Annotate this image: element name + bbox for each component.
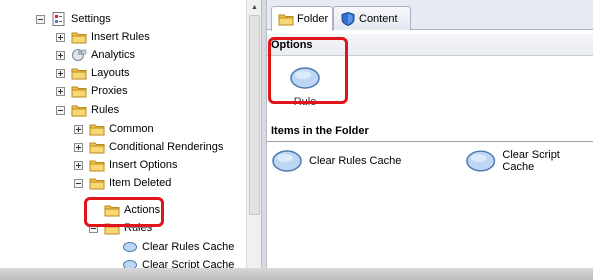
folder-icon	[71, 66, 87, 80]
toggle-spacer	[107, 261, 116, 269]
folder-icon	[89, 122, 105, 136]
tree-item-layouts[interactable]: Layouts	[56, 64, 130, 82]
rule-icon	[466, 150, 496, 172]
tab-strip: Folder Content	[267, 0, 593, 31]
content-tree: Settings Insert Rules Analytics Layouts …	[0, 0, 246, 268]
expand-toggle[interactable]	[56, 32, 65, 42]
tree-item-analytics[interactable]: Analytics	[56, 46, 135, 64]
folder-item-clear-script-cache[interactable]: Clear Script Cache	[465, 148, 593, 174]
folder-icon	[71, 103, 87, 117]
collapse-toggle[interactable]	[36, 14, 45, 24]
collapse-toggle[interactable]	[74, 178, 83, 188]
callout-actions-folder	[84, 197, 164, 227]
collapse-toggle[interactable]	[56, 105, 65, 115]
tree-item-label: Item Deleted	[109, 177, 172, 189]
tree-item-conditional-renderings[interactable]: Conditional Renderings	[74, 138, 223, 156]
tree-item-settings[interactable]: Settings	[36, 10, 111, 28]
tree-item-item-deleted[interactable]: Item Deleted	[74, 174, 171, 192]
rule-icon	[122, 258, 138, 268]
tree-item-label: Layouts	[91, 67, 130, 79]
tree-item-common[interactable]: Common	[74, 120, 154, 138]
tree-item-label: Insert Rules	[91, 31, 150, 43]
tree-item-label: Analytics	[91, 49, 136, 61]
tree-item-label: Common	[109, 123, 154, 135]
tree-item-clear-script-cache[interactable]: Clear Script Cache	[107, 256, 234, 268]
folder-item-label: Clear Rules Cache	[309, 155, 402, 167]
tree-item-label: Clear Script Cache	[142, 259, 235, 268]
tree-item-label: Proxies	[91, 85, 128, 97]
folder-icon	[71, 84, 87, 98]
scroll-up-arrow-icon[interactable]: ▲	[247, 0, 262, 14]
expand-toggle[interactable]	[74, 160, 83, 170]
folder-icon	[89, 176, 105, 190]
analytics-icon	[71, 48, 87, 62]
callout-options-rule	[268, 37, 348, 104]
tree-item-label: Insert Options	[109, 159, 178, 171]
tab-label: Content	[359, 12, 398, 25]
tab-label: Folder	[297, 13, 329, 25]
tab-folder[interactable]: Folder	[271, 6, 333, 31]
tree-item-label: Settings	[71, 13, 111, 25]
rule-icon	[122, 240, 138, 254]
items-in-folder-heading: Items in the Folder	[267, 120, 593, 142]
settings-icon	[51, 12, 67, 26]
tree-item-insert-rules[interactable]: Insert Rules	[56, 28, 150, 46]
toggle-spacer	[107, 243, 116, 252]
scrollbar-thumb[interactable]	[249, 15, 260, 215]
content-shield-icon	[340, 11, 356, 26]
folder-icon	[89, 140, 105, 154]
window-bottom-edge	[0, 268, 593, 280]
expand-toggle[interactable]	[56, 86, 65, 96]
tree-item-label: Conditional Renderings	[109, 141, 224, 153]
tree-item-clear-rules-cache[interactable]: Clear Rules Cache	[107, 238, 234, 256]
folder-item-clear-rules-cache[interactable]: Clear Rules Cache	[271, 148, 401, 174]
tree-item-label: Rules	[91, 104, 120, 116]
rule-icon	[272, 150, 302, 172]
expand-toggle[interactable]	[56, 50, 65, 60]
expand-toggle[interactable]	[74, 142, 83, 152]
folder-icon	[278, 12, 294, 26]
folder-icon	[89, 158, 105, 172]
tree-item-label: Clear Rules Cache	[142, 241, 235, 253]
folder-icon	[71, 30, 87, 44]
expand-toggle[interactable]	[74, 124, 83, 134]
tree-item-rules[interactable]: Rules	[56, 101, 119, 119]
tab-content[interactable]: Content	[333, 6, 411, 30]
folder-item-label: Clear Script Cache	[502, 149, 560, 173]
tree-scrollbar[interactable]: ▲	[246, 0, 261, 268]
expand-toggle[interactable]	[56, 68, 65, 78]
tree-item-insert-options[interactable]: Insert Options	[74, 156, 177, 174]
tree-item-proxies[interactable]: Proxies	[56, 82, 128, 100]
